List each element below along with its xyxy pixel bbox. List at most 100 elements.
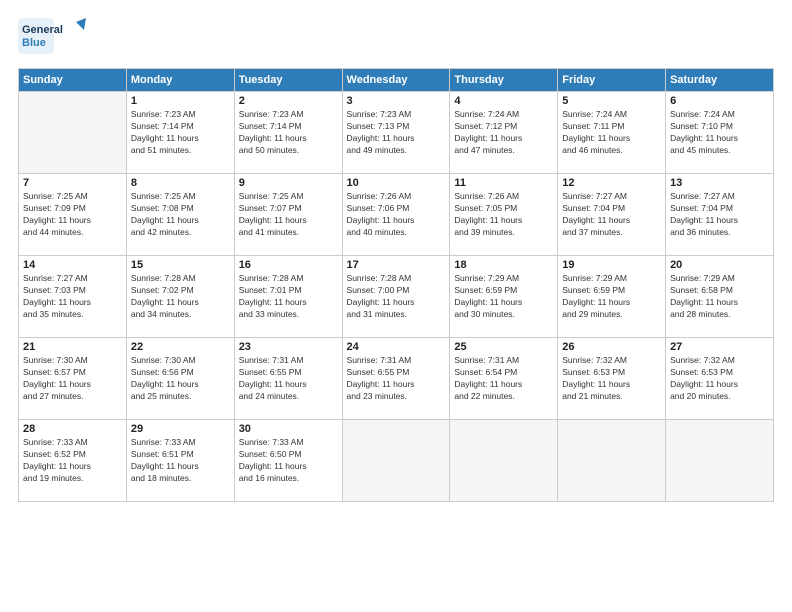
- day-info: Sunrise: 7:29 AM Sunset: 6:59 PM Dayligh…: [454, 273, 553, 321]
- day-number: 14: [23, 259, 122, 271]
- day-number: 11: [454, 177, 553, 189]
- day-info: Sunrise: 7:28 AM Sunset: 7:01 PM Dayligh…: [239, 273, 338, 321]
- calendar-cell: [450, 420, 558, 502]
- calendar-header-friday: Friday: [558, 69, 666, 92]
- calendar-cell: 6 Sunrise: 7:24 AM Sunset: 7:10 PM Daylig…: [666, 92, 774, 174]
- day-number: 12: [562, 177, 661, 189]
- day-info: Sunrise: 7:31 AM Sunset: 6:55 PM Dayligh…: [239, 355, 338, 403]
- day-info: Sunrise: 7:28 AM Sunset: 7:00 PM Dayligh…: [347, 273, 446, 321]
- calendar-header-thursday: Thursday: [450, 69, 558, 92]
- calendar-cell: 14 Sunrise: 7:27 AM Sunset: 7:03 PM Dayli…: [19, 256, 127, 338]
- calendar-cell: 15 Sunrise: 7:28 AM Sunset: 7:02 PM Dayli…: [126, 256, 234, 338]
- day-number: 18: [454, 259, 553, 271]
- day-number: 23: [239, 341, 338, 353]
- calendar-cell: 11 Sunrise: 7:26 AM Sunset: 7:05 PM Dayli…: [450, 174, 558, 256]
- day-number: 1: [131, 95, 230, 107]
- day-number: 30: [239, 423, 338, 435]
- day-info: Sunrise: 7:25 AM Sunset: 7:07 PM Dayligh…: [239, 191, 338, 239]
- logo: General Blue: [18, 18, 98, 60]
- calendar-cell: 17Sunrise: 7:28 AM Sunset: 7:00 PM Dayli…: [342, 256, 450, 338]
- day-number: 21: [23, 341, 122, 353]
- day-number: 6: [670, 95, 769, 107]
- day-number: 15: [131, 259, 230, 271]
- calendar-header-tuesday: Tuesday: [234, 69, 342, 92]
- calendar-cell: [19, 92, 127, 174]
- day-number: 19: [562, 259, 661, 271]
- calendar-cell: 8 Sunrise: 7:25 AM Sunset: 7:08 PM Daylig…: [126, 174, 234, 256]
- calendar-cell: [666, 420, 774, 502]
- calendar-cell: 18 Sunrise: 7:29 AM Sunset: 6:59 PM Dayli…: [450, 256, 558, 338]
- calendar-cell: 16Sunrise: 7:28 AM Sunset: 7:01 PM Dayli…: [234, 256, 342, 338]
- calendar-cell: 12 Sunrise: 7:27 AM Sunset: 7:04 PM Dayli…: [558, 174, 666, 256]
- calendar-cell: 26 Sunrise: 7:32 AM Sunset: 6:53 PM Dayli…: [558, 338, 666, 420]
- calendar-cell: 5 Sunrise: 7:24 AM Sunset: 7:11 PM Daylig…: [558, 92, 666, 174]
- calendar-cell: 25 Sunrise: 7:31 AM Sunset: 6:54 PM Dayli…: [450, 338, 558, 420]
- calendar-cell: 22Sunrise: 7:30 AM Sunset: 6:56 PM Dayli…: [126, 338, 234, 420]
- calendar-cell: 4 Sunrise: 7:24 AM Sunset: 7:12 PM Daylig…: [450, 92, 558, 174]
- calendar-header-wednesday: Wednesday: [342, 69, 450, 92]
- day-number: 9: [239, 177, 338, 189]
- calendar-cell: 30 Sunrise: 7:33 AM Sunset: 6:50 PM Dayli…: [234, 420, 342, 502]
- calendar-cell: 19Sunrise: 7:29 AM Sunset: 6:59 PM Dayli…: [558, 256, 666, 338]
- day-info: Sunrise: 7:26 AM Sunset: 7:05 PM Dayligh…: [454, 191, 553, 239]
- day-number: 26: [562, 341, 661, 353]
- calendar-cell: 23 Sunrise: 7:31 AM Sunset: 6:55 PM Dayli…: [234, 338, 342, 420]
- day-number: 25: [454, 341, 553, 353]
- calendar-cell: 24 Sunrise: 7:31 AM Sunset: 6:55 PM Dayli…: [342, 338, 450, 420]
- day-number: 24: [347, 341, 446, 353]
- day-info: Sunrise: 7:26 AM Sunset: 7:06 PM Dayligh…: [347, 191, 446, 239]
- day-info: Sunrise: 7:32 AM Sunset: 6:53 PM Dayligh…: [562, 355, 661, 403]
- calendar-cell: 9 Sunrise: 7:25 AM Sunset: 7:07 PM Daylig…: [234, 174, 342, 256]
- day-number: 22: [131, 341, 230, 353]
- calendar-week-4: 21 Sunrise: 7:30 AM Sunset: 6:57 PM Dayli…: [19, 338, 774, 420]
- calendar-cell: [558, 420, 666, 502]
- day-info: Sunrise: 7:29 AM Sunset: 6:58 PM Dayligh…: [670, 273, 769, 321]
- calendar-cell: 28Sunrise: 7:33 AM Sunset: 6:52 PM Dayli…: [19, 420, 127, 502]
- day-number: 7: [23, 177, 122, 189]
- day-info: Sunrise: 7:27 AM Sunset: 7:03 PM Dayligh…: [23, 273, 122, 321]
- calendar-cell: 10 Sunrise: 7:26 AM Sunset: 7:06 PM Dayli…: [342, 174, 450, 256]
- day-number: 2: [239, 95, 338, 107]
- day-info: Sunrise: 7:32 AM Sunset: 6:53 PM Dayligh…: [670, 355, 769, 403]
- calendar-week-5: 28Sunrise: 7:33 AM Sunset: 6:52 PM Dayli…: [19, 420, 774, 502]
- svg-text:General: General: [22, 24, 63, 36]
- calendar-cell: 20Sunrise: 7:29 AM Sunset: 6:58 PM Dayli…: [666, 256, 774, 338]
- day-info: Sunrise: 7:24 AM Sunset: 7:10 PM Dayligh…: [670, 109, 769, 157]
- day-info: Sunrise: 7:30 AM Sunset: 6:57 PM Dayligh…: [23, 355, 122, 403]
- day-info: Sunrise: 7:31 AM Sunset: 6:55 PM Dayligh…: [347, 355, 446, 403]
- day-info: Sunrise: 7:23 AM Sunset: 7:14 PM Dayligh…: [239, 109, 338, 157]
- svg-text:Blue: Blue: [22, 37, 46, 49]
- day-number: 10: [347, 177, 446, 189]
- day-number: 3: [347, 95, 446, 107]
- day-info: Sunrise: 7:24 AM Sunset: 7:11 PM Dayligh…: [562, 109, 661, 157]
- calendar-cell: [342, 420, 450, 502]
- day-number: 29: [131, 423, 230, 435]
- day-number: 8: [131, 177, 230, 189]
- calendar-header-sunday: Sunday: [19, 69, 127, 92]
- day-info: Sunrise: 7:33 AM Sunset: 6:51 PM Dayligh…: [131, 437, 230, 485]
- calendar-table: SundayMondayTuesdayWednesdayThursdayFrid…: [18, 68, 774, 502]
- day-number: 28: [23, 423, 122, 435]
- calendar-week-2: 7 Sunrise: 7:25 AM Sunset: 7:09 PM Daylig…: [19, 174, 774, 256]
- day-info: Sunrise: 7:24 AM Sunset: 7:12 PM Dayligh…: [454, 109, 553, 157]
- calendar-cell: 29 Sunrise: 7:33 AM Sunset: 6:51 PM Dayli…: [126, 420, 234, 502]
- calendar-cell: 3 Sunrise: 7:23 AM Sunset: 7:13 PM Daylig…: [342, 92, 450, 174]
- page-header: General Blue: [18, 18, 774, 60]
- day-number: 27: [670, 341, 769, 353]
- calendar-cell: 1Sunrise: 7:23 AM Sunset: 7:14 PM Daylig…: [126, 92, 234, 174]
- day-info: Sunrise: 7:33 AM Sunset: 6:50 PM Dayligh…: [239, 437, 338, 485]
- calendar-header-monday: Monday: [126, 69, 234, 92]
- calendar-cell: 7 Sunrise: 7:25 AM Sunset: 7:09 PM Daylig…: [19, 174, 127, 256]
- day-info: Sunrise: 7:27 AM Sunset: 7:04 PM Dayligh…: [670, 191, 769, 239]
- calendar-cell: 21 Sunrise: 7:30 AM Sunset: 6:57 PM Dayli…: [19, 338, 127, 420]
- day-info: Sunrise: 7:25 AM Sunset: 7:08 PM Dayligh…: [131, 191, 230, 239]
- day-number: 5: [562, 95, 661, 107]
- day-number: 4: [454, 95, 553, 107]
- day-info: Sunrise: 7:25 AM Sunset: 7:09 PM Dayligh…: [23, 191, 122, 239]
- day-info: Sunrise: 7:23 AM Sunset: 7:13 PM Dayligh…: [347, 109, 446, 157]
- day-info: Sunrise: 7:28 AM Sunset: 7:02 PM Dayligh…: [131, 273, 230, 321]
- logo-svg: General Blue: [18, 18, 98, 60]
- day-info: Sunrise: 7:31 AM Sunset: 6:54 PM Dayligh…: [454, 355, 553, 403]
- calendar-cell: 27 Sunrise: 7:32 AM Sunset: 6:53 PM Dayli…: [666, 338, 774, 420]
- day-info: Sunrise: 7:27 AM Sunset: 7:04 PM Dayligh…: [562, 191, 661, 239]
